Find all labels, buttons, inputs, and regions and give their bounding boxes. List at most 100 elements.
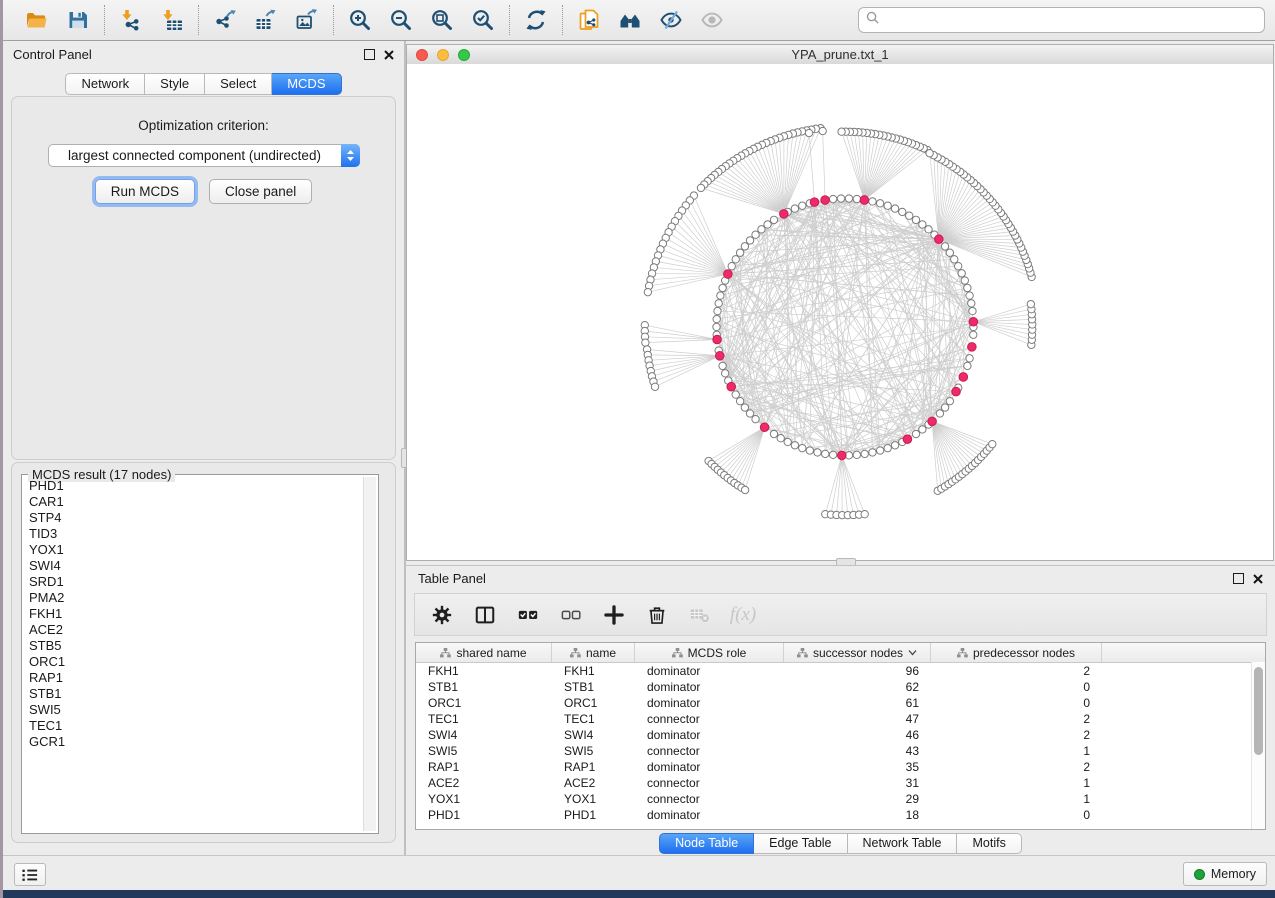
graph-hub-node[interactable] [928,417,937,426]
graph-node[interactable] [814,449,821,456]
graph-nodes[interactable] [641,125,1036,519]
graph-node[interactable] [746,410,753,417]
table-row[interactable]: YOX1YOX1connector291 [416,791,1265,807]
deselect-all-button[interactable] [558,602,584,628]
graph-node[interactable] [946,397,953,404]
graph-hub-node[interactable] [959,373,968,382]
export-table-button[interactable] [253,7,279,33]
table-cell[interactable]: PHD1 [416,807,552,823]
table-cell[interactable]: ACE2 [552,775,635,791]
graph-hub-node[interactable] [713,335,722,344]
table-cell[interactable]: dominator [635,679,784,695]
save-session-button[interactable] [65,7,91,33]
graph-hub-node[interactable] [952,387,961,396]
graph-hub-node[interactable] [860,196,869,205]
graph-node[interactable] [721,370,728,377]
mcds-result-item[interactable]: STP4 [29,510,363,526]
graph-node[interactable] [958,270,965,277]
refresh-button[interactable] [523,7,549,33]
table-cell[interactable]: dominator [635,663,784,679]
graph-node[interactable] [713,323,720,330]
graph-node[interactable] [752,231,759,238]
graph-hub-node[interactable] [903,435,912,444]
table-cell[interactable]: ORC1 [416,695,552,711]
graph-node[interactable] [837,195,844,202]
tab-mcds[interactable]: MCDS [272,73,341,95]
show-panels-button[interactable] [14,863,46,886]
table-cell[interactable]: PHD1 [552,807,635,823]
graph-node[interactable] [732,391,739,398]
table-cell[interactable]: SWI5 [552,743,635,759]
close-panel-button[interactable]: Close panel [209,179,312,204]
graph-node[interactable] [969,307,976,314]
table-cell[interactable]: dominator [635,759,784,775]
graph-hub-node[interactable] [780,210,789,219]
graph-node[interactable] [741,486,748,493]
table-cell[interactable]: 2 [931,711,1102,727]
scrollbar-thumb[interactable] [1254,667,1263,755]
network-view-titlebar[interactable]: YPA_prune.txt_1 [407,45,1273,65]
close-panel-icon[interactable] [384,50,394,60]
mcds-result-item[interactable]: SWI4 [29,558,363,574]
table-cell[interactable]: 0 [931,679,1102,695]
table-cell[interactable]: TEC1 [416,711,552,727]
table-cell[interactable]: 62 [784,679,931,695]
table-cell[interactable]: STB1 [416,679,552,695]
table-row[interactable]: PHD1PHD1dominator180 [416,807,1265,823]
graph-node[interactable] [746,237,753,244]
table-cell[interactable]: dominator [635,695,784,711]
table-cell[interactable]: 96 [784,663,931,679]
tab-network[interactable]: Network [65,73,145,95]
graph-node[interactable] [784,438,791,445]
table-row[interactable]: SWI5SWI5connector431 [416,743,1265,759]
graph-hub-node[interactable] [838,451,847,460]
graph-node[interactable] [853,195,860,202]
graph-node[interactable] [964,362,971,369]
column-header-MCDS-role[interactable]: MCDS role [635,643,784,662]
table-cell[interactable]: connector [635,775,784,791]
graph-node[interactable] [1027,300,1034,307]
graph-node[interactable] [912,216,919,223]
add-button[interactable] [601,602,627,628]
graph-node[interactable] [777,435,784,442]
column-header-successor-nodes[interactable]: successor nodes [784,643,931,662]
graph-node[interactable] [714,307,721,314]
graph-node[interactable] [912,430,919,437]
table-cell[interactable]: 35 [784,759,931,775]
import-network-button[interactable] [118,7,144,33]
table-row[interactable]: STB1STB1dominator620 [416,679,1265,695]
table-cell[interactable]: 1 [931,791,1102,807]
search-box[interactable] [858,7,1265,33]
graph-node[interactable] [970,331,977,338]
graph-node[interactable] [764,221,771,228]
column-header-name[interactable]: name [552,643,635,662]
graph-node[interactable] [906,212,913,219]
split-panel-button[interactable] [472,602,498,628]
zoom-out-button[interactable] [388,7,414,33]
table-cell[interactable]: FKH1 [552,663,635,679]
graph-node[interactable] [758,226,765,233]
graph-node[interactable] [968,300,975,307]
mcds-result-item[interactable]: SRD1 [29,574,363,590]
graph-node[interactable] [717,292,724,299]
zoom-in-button[interactable] [347,7,373,33]
table-cell[interactable]: connector [635,743,784,759]
graph-node[interactable] [876,200,883,207]
table-cell[interactable]: SWI4 [416,727,552,743]
hide-selected-button[interactable] [658,7,684,33]
table-settings-button[interactable] [429,602,455,628]
tab-node-table[interactable]: Node Table [659,833,754,854]
mcds-result-item[interactable]: STB5 [29,638,363,654]
graph-node[interactable] [770,216,777,223]
graph-node[interactable] [715,300,722,307]
graph-hub-node[interactable] [810,198,819,207]
graph-node[interactable] [899,208,906,215]
graph-node[interactable] [838,128,845,135]
table-cell[interactable]: STB1 [552,679,635,695]
graph-node[interactable] [845,195,852,202]
float-panel-icon[interactable] [1233,573,1244,584]
table-cell[interactable]: 47 [784,711,931,727]
zoom-fit-button[interactable] [429,7,455,33]
mcds-result-item[interactable]: GCR1 [29,734,363,750]
export-image-button[interactable] [294,7,320,33]
